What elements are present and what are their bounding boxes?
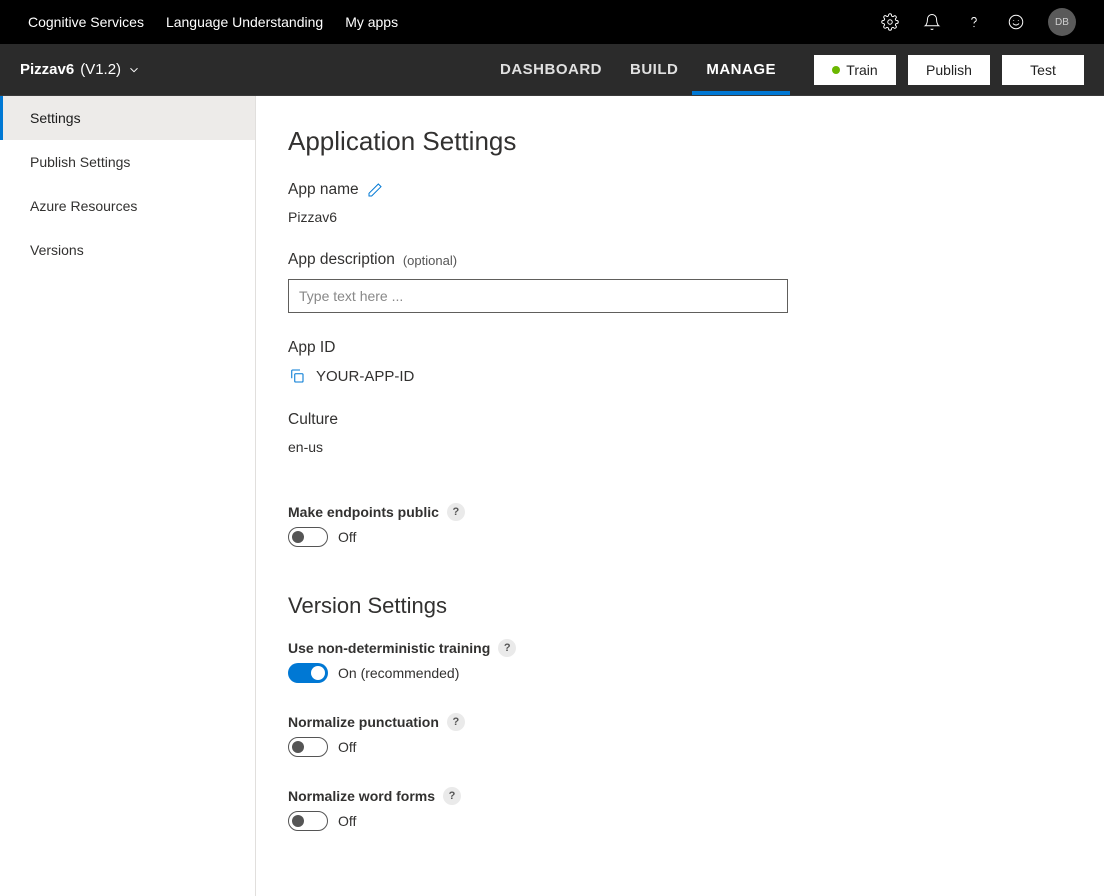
endpoints-public-block: Make endpoints public ? Off xyxy=(288,503,1064,547)
normalize-punctuation-toggle[interactable] xyxy=(288,737,328,757)
train-button[interactable]: Train xyxy=(814,55,896,85)
nondeterministic-training-block: Use non-deterministic training ? On (rec… xyxy=(288,639,1064,683)
app-description-field: App description (optional) xyxy=(288,251,1064,313)
normalize-word-forms-toggle[interactable] xyxy=(288,811,328,831)
app-version-dropdown[interactable]: Pizzav6 (V1.2) xyxy=(20,61,141,78)
culture-field: Culture en-us xyxy=(288,411,1064,455)
app-id-value: YOUR-APP-ID xyxy=(316,368,414,385)
app-name: Pizzav6 xyxy=(20,61,74,78)
endpoints-public-label: Make endpoints public xyxy=(288,504,439,520)
nondeterministic-training-state: On (recommended) xyxy=(338,665,459,681)
normalize-word-forms-block: Normalize word forms ? Off xyxy=(288,787,1064,831)
feedback-smile-icon[interactable] xyxy=(1006,12,1026,32)
sidebar: Settings Publish Settings Azure Resource… xyxy=(0,96,256,896)
content: Application Settings App name Pizzav6 Ap… xyxy=(256,96,1104,896)
app-description-input[interactable] xyxy=(288,279,788,313)
endpoints-public-state: Off xyxy=(338,529,356,545)
notifications-bell-icon[interactable] xyxy=(922,12,942,32)
sidebar-item-settings[interactable]: Settings xyxy=(0,96,255,140)
normalize-word-forms-state: Off xyxy=(338,813,356,829)
settings-gear-icon[interactable] xyxy=(880,12,900,32)
help-question-icon[interactable] xyxy=(964,12,984,32)
action-buttons: Train Publish Test xyxy=(814,55,1084,85)
copy-icon[interactable] xyxy=(288,367,306,385)
normalize-word-forms-label: Normalize word forms xyxy=(288,788,435,804)
secondbar: Pizzav6 (V1.2) DASHBOARD BUILD MANAGE Tr… xyxy=(0,44,1104,96)
topbar-icons: DB xyxy=(880,8,1076,36)
nav-tabs: DASHBOARD BUILD MANAGE xyxy=(486,44,790,95)
tab-dashboard[interactable]: DASHBOARD xyxy=(486,44,616,95)
publish-button[interactable]: Publish xyxy=(908,55,990,85)
topbar-links: Cognitive Services Language Understandin… xyxy=(28,14,880,30)
app-name-field: App name Pizzav6 xyxy=(288,181,1064,225)
tab-build[interactable]: BUILD xyxy=(616,44,692,95)
normalize-punctuation-state: Off xyxy=(338,739,356,755)
topbar-link-language-understanding[interactable]: Language Understanding xyxy=(166,14,323,30)
sidebar-item-versions[interactable]: Versions xyxy=(0,228,255,272)
app-name-label: App name xyxy=(288,181,359,199)
topbar-link-my-apps[interactable]: My apps xyxy=(345,14,398,30)
topbar: Cognitive Services Language Understandin… xyxy=(0,0,1104,44)
edit-pencil-icon[interactable] xyxy=(367,182,383,198)
user-avatar[interactable]: DB xyxy=(1048,8,1076,36)
train-status-dot-icon xyxy=(832,66,840,74)
endpoints-public-toggle[interactable] xyxy=(288,527,328,547)
app-description-optional: (optional) xyxy=(403,253,457,268)
normalize-punctuation-label: Normalize punctuation xyxy=(288,714,439,730)
main: Settings Publish Settings Azure Resource… xyxy=(0,96,1104,896)
culture-value: en-us xyxy=(288,439,1064,455)
nondeterministic-training-label: Use non-deterministic training xyxy=(288,640,490,656)
version-settings-title: Version Settings xyxy=(288,593,1064,619)
app-version: (V1.2) xyxy=(80,61,121,78)
help-icon[interactable]: ? xyxy=(447,503,465,521)
help-icon[interactable]: ? xyxy=(447,713,465,731)
app-id-field: App ID YOUR-APP-ID xyxy=(288,339,1064,385)
app-description-label: App description xyxy=(288,251,395,269)
help-icon[interactable]: ? xyxy=(498,639,516,657)
page-title: Application Settings xyxy=(288,126,1064,157)
help-icon[interactable]: ? xyxy=(443,787,461,805)
normalize-punctuation-block: Normalize punctuation ? Off xyxy=(288,713,1064,757)
app-name-value: Pizzav6 xyxy=(288,209,1064,225)
sidebar-item-azure-resources[interactable]: Azure Resources xyxy=(0,184,255,228)
tab-manage[interactable]: MANAGE xyxy=(692,44,790,95)
nondeterministic-training-toggle[interactable] xyxy=(288,663,328,683)
train-button-label: Train xyxy=(846,62,877,78)
app-id-label: App ID xyxy=(288,339,335,357)
topbar-link-cognitive-services[interactable]: Cognitive Services xyxy=(28,14,144,30)
sidebar-item-publish-settings[interactable]: Publish Settings xyxy=(0,140,255,184)
test-button[interactable]: Test xyxy=(1002,55,1084,85)
chevron-down-icon xyxy=(127,63,141,77)
culture-label: Culture xyxy=(288,411,338,429)
